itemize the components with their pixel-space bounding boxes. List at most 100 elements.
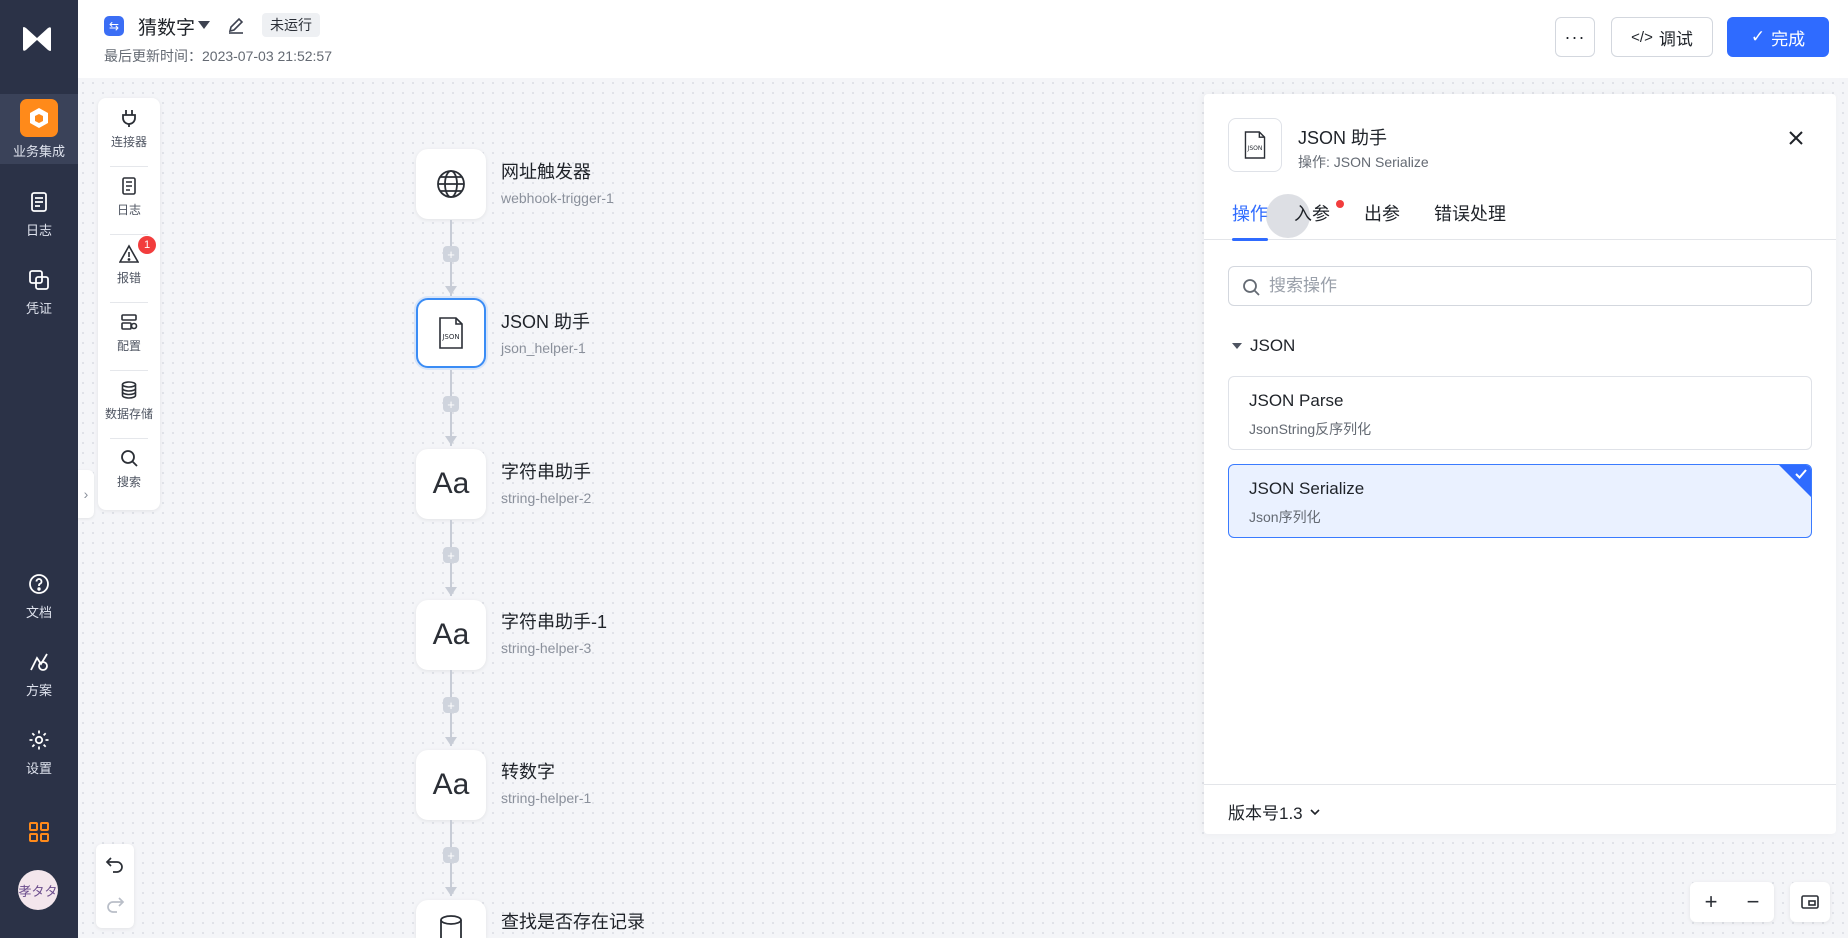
gear-icon: [25, 726, 53, 754]
version-label: 版本号1.3: [1228, 804, 1303, 823]
operation-group-header[interactable]: JSON: [1232, 336, 1295, 356]
text-icon: Aa: [432, 768, 470, 801]
search-input[interactable]: [1269, 267, 1799, 305]
flow-name[interactable]: 猜数字: [138, 13, 195, 40]
tab-input-params[interactable]: 入参: [1294, 194, 1330, 240]
flow-node-string-helper-2[interactable]: Aa: [416, 449, 486, 519]
tool-label: 配置: [116, 338, 141, 353]
add-node-button[interactable]: +: [443, 246, 459, 262]
connector-arrow: [445, 737, 457, 746]
check-icon: [1795, 469, 1807, 479]
tool-label: 搜索: [116, 474, 141, 489]
apps-grid-icon[interactable]: [27, 820, 51, 849]
text-icon: Aa: [432, 618, 470, 651]
tool-error[interactable]: 报错 1: [98, 234, 160, 294]
history-panel: [96, 844, 134, 928]
operation-card-json-serialize[interactable]: JSON Serialize Json序列化: [1228, 464, 1812, 538]
undo-icon[interactable]: [105, 854, 125, 879]
node-title: 查找是否存在记录: [501, 912, 645, 932]
sidebar-item-business-integration[interactable]: 业务集成: [0, 94, 78, 164]
redo-icon[interactable]: [105, 894, 125, 919]
tool-search[interactable]: 搜索: [98, 438, 160, 498]
zoom-controls: + −: [1690, 882, 1774, 922]
tab-error-handling[interactable]: 错误处理: [1434, 194, 1506, 240]
help-icon: [25, 570, 53, 598]
panel-tabs: 操作 入参 出参 错误处理: [1204, 194, 1836, 241]
sidebar-item-credential[interactable]: 凭证: [0, 256, 78, 326]
flow-node-json-helper[interactable]: JSON: [416, 298, 486, 368]
config-icon: [118, 311, 140, 333]
sidebar-item-log[interactable]: 日志: [0, 178, 78, 248]
close-icon[interactable]: [1782, 124, 1810, 152]
avatar[interactable]: 孝タタ: [18, 870, 58, 910]
last-updated-text: 最后更新时间：2023-07-03 21:52:57: [104, 48, 332, 64]
sidebar-item-solution[interactable]: 方案: [0, 638, 78, 708]
operation-card-json-parse[interactable]: JSON Parse JsonString反序列化: [1228, 376, 1812, 450]
sidebar-item-settings[interactable]: 设置: [0, 716, 78, 786]
document-icon: [118, 175, 140, 197]
json-file-icon: JSON: [439, 317, 463, 349]
flow-node-string-helper-3[interactable]: Aa: [416, 600, 486, 670]
chevron-down-icon[interactable]: [198, 21, 210, 29]
tool-data-storage[interactable]: 数据存储: [98, 370, 160, 430]
search-icon: [1243, 279, 1260, 296]
node-title: 转数字: [501, 762, 555, 782]
tool-label: 数据存储: [104, 406, 153, 421]
add-node-button[interactable]: +: [443, 697, 459, 713]
tool-connector[interactable]: 连接器: [98, 98, 160, 158]
edit-icon[interactable]: [226, 15, 246, 35]
flow-node-webhook-trigger[interactable]: [416, 149, 486, 219]
check-icon: ✓: [1750, 27, 1766, 46]
node-subtitle: string-helper-3: [501, 640, 592, 656]
database-icon: [118, 379, 140, 401]
panel-footer: 版本号1.3: [1204, 784, 1836, 834]
app-logo-icon[interactable]: [20, 24, 54, 54]
zoom-in-button[interactable]: +: [1705, 889, 1718, 915]
add-node-button[interactable]: +: [443, 547, 459, 563]
fit-screen-icon: [1801, 895, 1819, 909]
flow-node-find-record[interactable]: [416, 900, 486, 938]
text-icon: Aa: [432, 467, 470, 500]
add-node-button[interactable]: +: [443, 847, 459, 863]
node-config-panel: JSON JSON 助手 操作: JSON Serialize 操作 入参 出参…: [1204, 94, 1836, 834]
panel-subtitle: 操作: JSON Serialize: [1298, 154, 1429, 170]
tool-config[interactable]: 配置: [98, 302, 160, 362]
sidebar-item-label: 设置: [25, 760, 52, 776]
svg-text:JSON: JSON: [1247, 145, 1263, 152]
panel-title: JSON 助手: [1298, 128, 1388, 148]
node-subtitle: string-helper-2: [501, 490, 592, 506]
tool-label: 日志: [116, 202, 141, 217]
tab-operation[interactable]: 操作: [1232, 194, 1268, 241]
connector-arrow: [445, 587, 457, 596]
node-subtitle: string-helper-1: [501, 790, 592, 806]
node-subtitle: webhook-trigger-1: [501, 190, 614, 206]
version-selector[interactable]: 版本号1.3: [1228, 799, 1321, 824]
solution-icon: [25, 648, 53, 676]
debug-button[interactable]: </> 调试: [1611, 17, 1713, 57]
code-icon: </>: [1631, 28, 1653, 46]
add-node-button[interactable]: +: [443, 396, 459, 412]
zoom-out-button[interactable]: −: [1747, 889, 1760, 915]
group-label: JSON: [1250, 336, 1296, 355]
tool-label: 连接器: [110, 134, 147, 149]
more-button[interactable]: ···: [1555, 17, 1595, 57]
node-title: 网址触发器: [501, 162, 591, 182]
flow-node-string-helper-1[interactable]: Aa: [416, 750, 486, 820]
node-subtitle: json_helper-1: [501, 340, 586, 356]
sidebar-item-docs[interactable]: 文档: [0, 560, 78, 630]
expand-panel-button[interactable]: ›: [78, 470, 94, 518]
chevron-down-icon: [1310, 808, 1320, 815]
json-file-icon: JSON: [1228, 118, 1282, 172]
done-button[interactable]: ✓ 完成: [1727, 17, 1829, 57]
fit-view-button[interactable]: [1790, 882, 1830, 922]
sidebar-item-label: 日志: [25, 222, 52, 238]
tab-output-params[interactable]: 出参: [1364, 194, 1400, 240]
node-title: 字符串助手: [501, 462, 591, 482]
warning-icon: [118, 243, 140, 265]
tool-label: 报错: [116, 270, 141, 285]
globe-icon: [437, 170, 465, 198]
connector-arrow: [445, 887, 457, 896]
status-badge: 未运行: [262, 13, 320, 37]
caret-down-icon: [1232, 343, 1242, 349]
tool-log[interactable]: 日志: [98, 166, 160, 226]
